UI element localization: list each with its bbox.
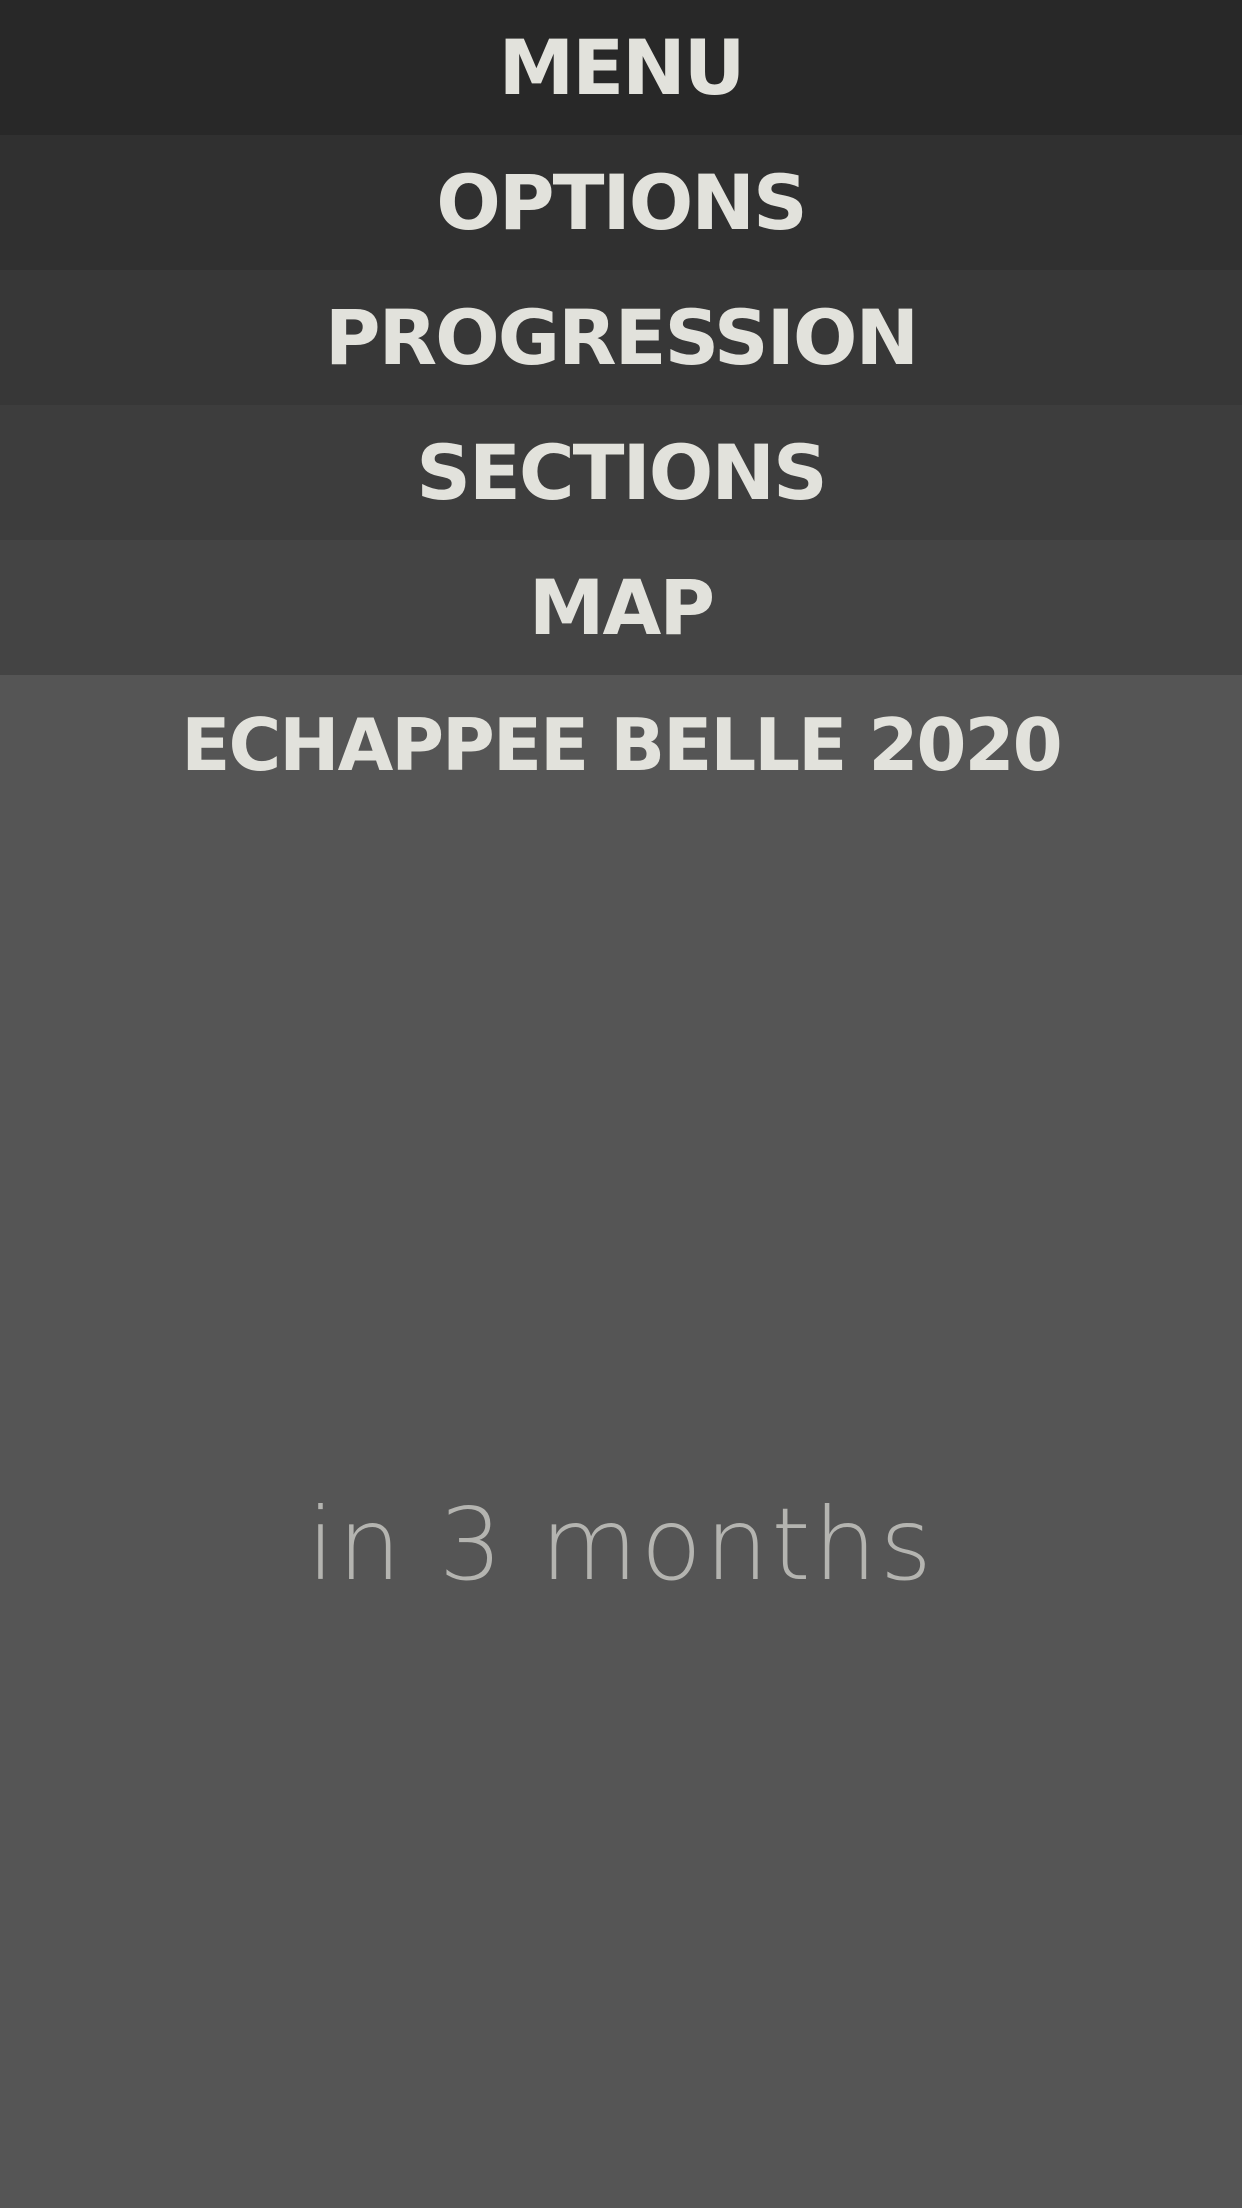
countdown-text: in 3 months [306, 1486, 936, 1603]
menu-item-menu[interactable]: MENU [0, 0, 1242, 135]
menu-item-map[interactable]: MAP [0, 540, 1242, 675]
app-screen: MENU OPTIONS PROGRESSION SECTIONS MAP EC… [0, 0, 1242, 2208]
main-menu: MENU OPTIONS PROGRESSION SECTIONS MAP [0, 0, 1242, 675]
menu-item-label: SECTIONS [416, 427, 827, 517]
menu-item-options[interactable]: OPTIONS [0, 135, 1242, 270]
menu-item-progression[interactable]: PROGRESSION [0, 270, 1242, 405]
menu-item-label: PROGRESSION [324, 292, 919, 382]
event-title-bar: ECHAPPEE BELLE 2020 [0, 675, 1242, 815]
menu-item-label: MAP [528, 562, 715, 652]
menu-item-sections[interactable]: SECTIONS [0, 405, 1242, 540]
event-title: ECHAPPEE BELLE 2020 [181, 703, 1062, 787]
menu-item-label: OPTIONS [436, 157, 807, 247]
menu-item-label: MENU [498, 22, 746, 112]
